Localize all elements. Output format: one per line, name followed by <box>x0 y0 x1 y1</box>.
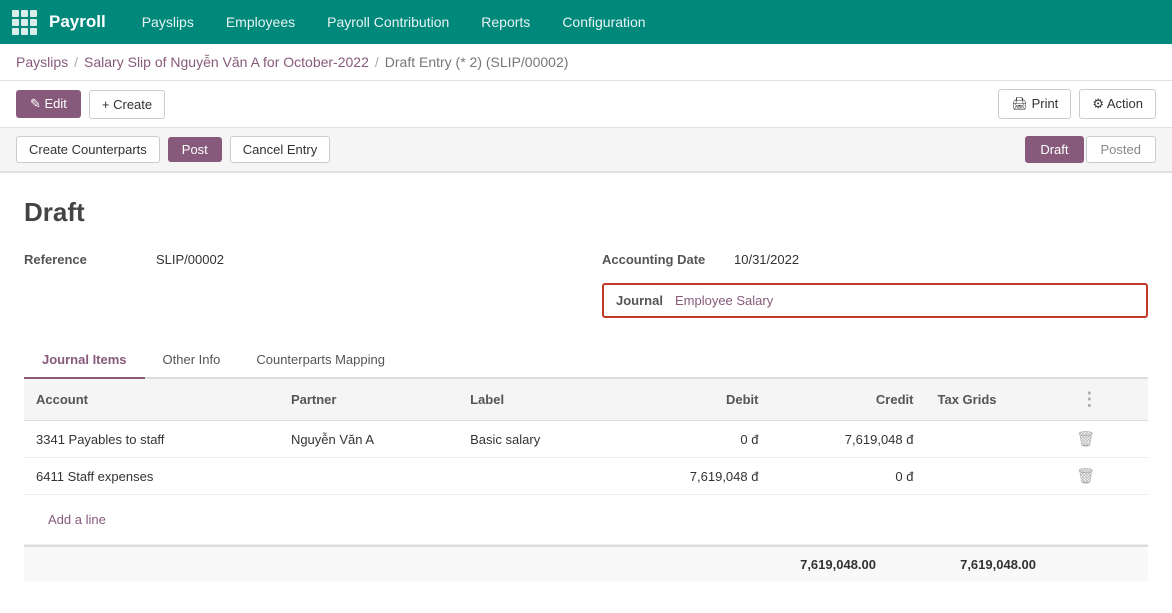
col-label: Label <box>458 379 615 421</box>
breadcrumb-salary-slip[interactable]: Salary Slip of Nguyễn Văn A for October-… <box>84 54 369 70</box>
col-debit: Debit <box>615 379 770 421</box>
action-button[interactable]: ⚙ Action <box>1079 89 1156 119</box>
row1-debit: 0 đ <box>615 421 770 458</box>
nav-reports[interactable]: Reports <box>469 8 542 36</box>
nav-employees[interactable]: Employees <box>214 8 307 36</box>
footer-debit-total: 7,619,048.00 <box>756 557 876 572</box>
accounting-date-field: Accounting Date 10/31/2022 <box>602 252 1148 267</box>
row1-partner: Nguyễn Văn A <box>279 421 458 458</box>
create-button[interactable]: + Create <box>89 90 165 119</box>
table-row: 3341 Payables to staff Nguyễn Văn A Basi… <box>24 421 1148 458</box>
row2-credit: 0 đ <box>770 458 925 495</box>
top-navigation: Payroll Payslips Employees Payroll Contr… <box>0 0 1172 44</box>
row2-label <box>458 458 615 495</box>
row2-partner <box>279 458 458 495</box>
row2-tax-grids <box>925 458 1064 495</box>
create-counterparts-button[interactable]: Create Counterparts <box>16 136 160 163</box>
table-footer: 7,619,048.00 7,619,048.00 <box>24 545 1148 582</box>
row1-tax-grids <box>925 421 1064 458</box>
footer-credit-total: 7,619,048.00 <box>916 557 1036 572</box>
app-title: Payroll <box>49 12 106 32</box>
journal-field: Journal Employee Salary <box>602 283 1148 318</box>
delete-row1-icon[interactable]: 🗑 <box>1076 431 1095 448</box>
action-bar: ✎ Edit + Create 🖨 Print ⚙ Action <box>0 81 1172 128</box>
breadcrumb-current: Draft Entry (* 2) (SLIP/00002) <box>385 54 569 70</box>
main-content: Draft Reference SLIP/00002 Accounting Da… <box>0 173 1172 582</box>
reference-value: SLIP/00002 <box>156 252 224 267</box>
post-button[interactable]: Post <box>168 137 222 162</box>
workflow-status: Draft Posted <box>1025 136 1156 163</box>
nav-payslips[interactable]: Payslips <box>130 8 206 36</box>
accounting-date-label: Accounting Date <box>602 252 722 267</box>
accounting-date-value: 10/31/2022 <box>734 252 799 267</box>
edit-button[interactable]: ✎ Edit <box>16 90 81 118</box>
reference-field: Reference SLIP/00002 <box>24 252 570 267</box>
row1-account: 3341 Payables to staff <box>24 421 279 458</box>
nav-configuration[interactable]: Configuration <box>550 8 657 36</box>
nav-payroll-contribution[interactable]: Payroll Contribution <box>315 8 461 36</box>
col-credit: Credit <box>770 379 925 421</box>
status-draft[interactable]: Draft <box>1025 136 1083 163</box>
col-account: Account <box>24 379 279 421</box>
journal-label: Journal <box>616 293 663 308</box>
status-posted[interactable]: Posted <box>1086 136 1156 163</box>
row1-delete[interactable]: 🗑 <box>1064 421 1148 458</box>
app-grid-icon[interactable] <box>12 10 37 35</box>
cancel-entry-button[interactable]: Cancel Entry <box>230 136 330 163</box>
col-tax-grids: Tax Grids <box>925 379 1064 421</box>
column-overflow-icon[interactable]: ⋮ <box>1076 389 1102 409</box>
add-line-button[interactable]: Add a line <box>36 504 118 535</box>
journal-items-table: Account Partner Label Debit Credit Tax G… <box>24 379 1148 582</box>
workflow-bar: Create Counterparts Post Cancel Entry Dr… <box>0 128 1172 173</box>
tab-journal-items[interactable]: Journal Items <box>24 342 145 379</box>
col-partner: Partner <box>279 379 458 421</box>
tab-other-info[interactable]: Other Info <box>145 342 239 379</box>
row2-account: 6411 Staff expenses <box>24 458 279 495</box>
table-row: 6411 Staff expenses 7,619,048 đ 0 đ 🗑 <box>24 458 1148 495</box>
print-button[interactable]: 🖨 Print <box>998 89 1071 119</box>
tab-counterparts-mapping[interactable]: Counterparts Mapping <box>238 342 403 379</box>
breadcrumb: Payslips / Salary Slip of Nguyễn Văn A f… <box>0 44 1172 81</box>
add-line-row: Add a line <box>24 495 1148 545</box>
form-fields: Reference SLIP/00002 Accounting Date 10/… <box>24 252 1148 318</box>
col-actions-overflow: ⋮ <box>1064 379 1148 421</box>
tabs-bar: Journal Items Other Info Counterparts Ma… <box>24 342 1148 379</box>
reference-label: Reference <box>24 252 144 267</box>
row1-label: Basic salary <box>458 421 615 458</box>
row2-delete[interactable]: 🗑 <box>1064 458 1148 495</box>
row2-debit: 7,619,048 đ <box>615 458 770 495</box>
record-title: Draft <box>24 197 1148 228</box>
delete-row2-icon[interactable]: 🗑 <box>1076 468 1095 485</box>
journal-value[interactable]: Employee Salary <box>675 293 773 308</box>
row1-credit: 7,619,048 đ <box>770 421 925 458</box>
breadcrumb-payslips[interactable]: Payslips <box>16 54 68 70</box>
